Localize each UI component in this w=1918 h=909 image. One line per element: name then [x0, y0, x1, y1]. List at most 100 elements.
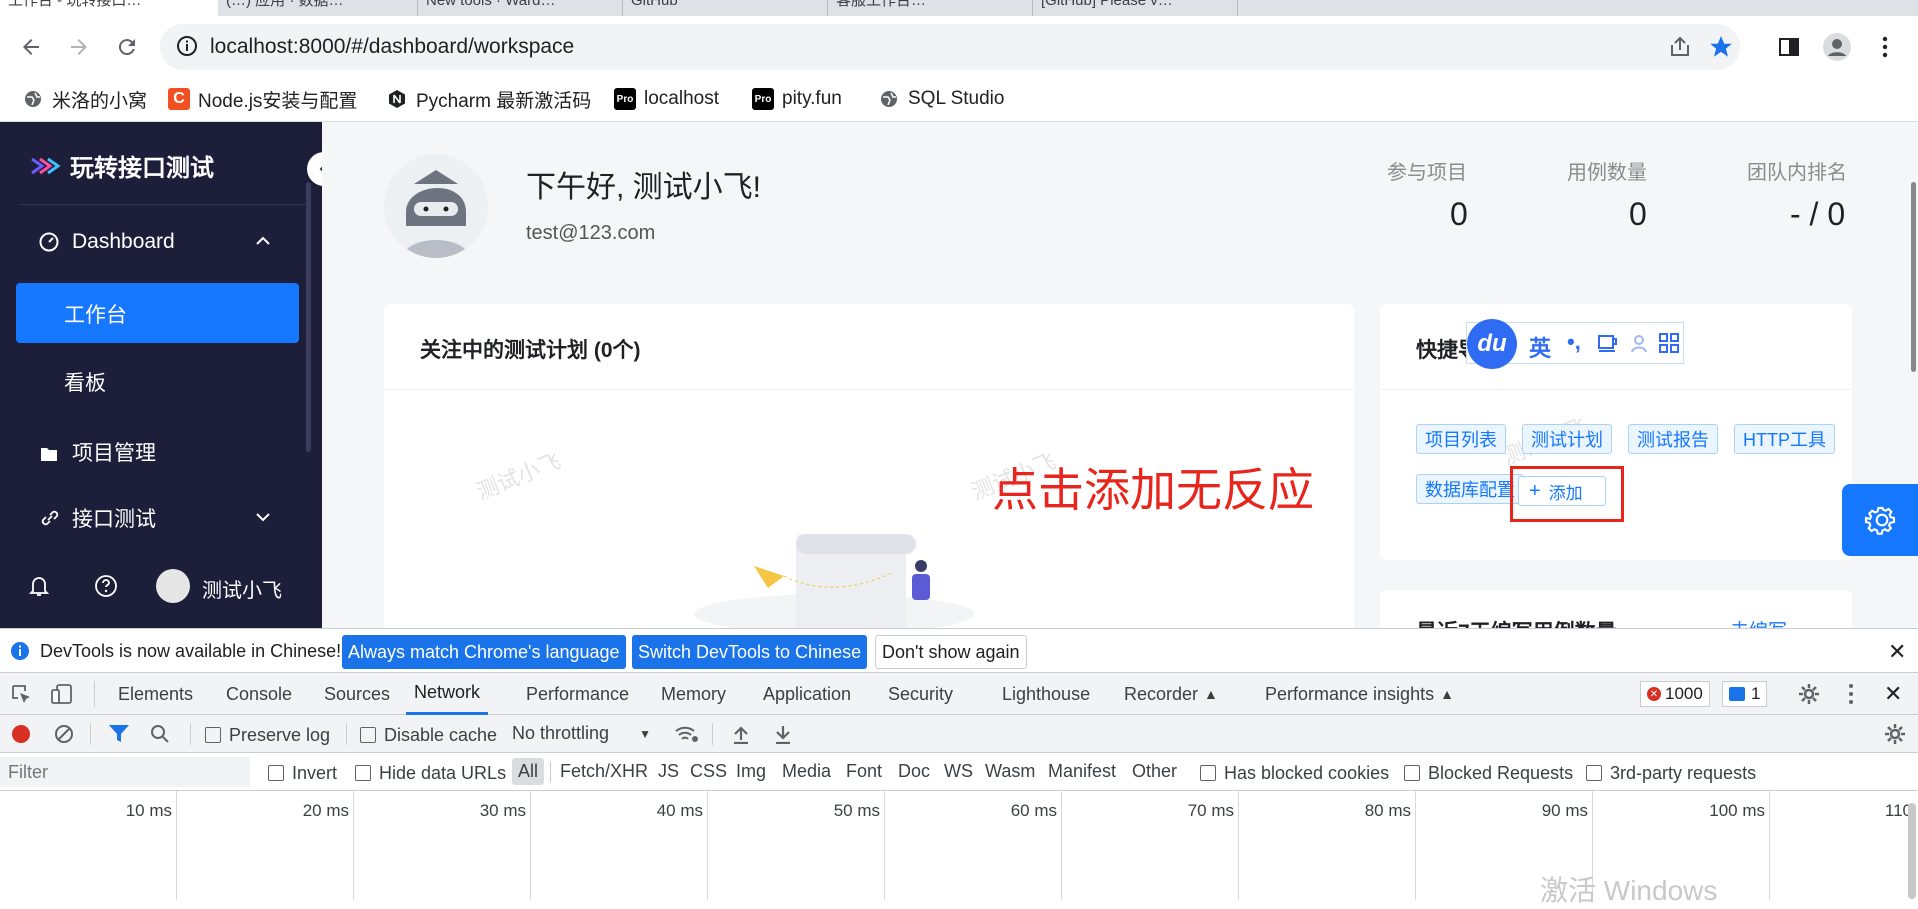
filter-type-doc[interactable]: Doc [898, 761, 930, 782]
filter-type-all[interactable]: All [512, 758, 545, 785]
settings-button[interactable] [1842, 484, 1918, 556]
filter-type-ws[interactable]: WS [944, 761, 973, 782]
preserve-log-checkbox[interactable]: Preserve log [205, 724, 330, 746]
quick-link-project-list[interactable]: 项目列表 [1416, 424, 1506, 454]
network-conditions-icon[interactable] [674, 723, 700, 750]
bookmark-item[interactable]: Pycharm 最新激活码 [386, 84, 591, 114]
bookmark-item[interactable]: 米洛的小窝 [22, 84, 147, 114]
bookmark-item[interactable]: SQL Studio [878, 84, 1004, 114]
quick-link-db-config[interactable]: 数据库配置 [1416, 474, 1524, 504]
browser-tab[interactable]: New tools · Ward… [418, 0, 623, 16]
tab-performance[interactable]: Performance [526, 673, 629, 715]
browser-tab[interactable]: 工作台 - 玩转接口… [0, 0, 218, 16]
filter-type-media[interactable]: Media [782, 761, 831, 782]
tab-application[interactable]: Application [763, 673, 851, 715]
dont-show-again-button[interactable]: Don't show again [875, 635, 1027, 669]
tab-recorder[interactable]: Recorder ▲ [1124, 673, 1218, 715]
always-match-language-button[interactable]: Always match Chrome's language [342, 635, 626, 669]
filter-icon[interactable] [108, 724, 130, 749]
tab-sources[interactable]: Sources [324, 673, 390, 715]
export-har-icon[interactable] [774, 724, 792, 749]
sidebar-item-dashboard[interactable]: Dashboard [0, 212, 310, 272]
filter-type-font[interactable]: Font [846, 761, 882, 782]
bookmark-item[interactable]: Pro pity.fun [752, 84, 842, 114]
filter-type-other[interactable]: Other [1132, 761, 1177, 782]
page-scrollbar[interactable] [1911, 182, 1916, 372]
tab-console[interactable]: Console [226, 673, 292, 715]
browser-tab[interactable]: GitHub [623, 0, 828, 16]
more-options-icon[interactable] [1848, 683, 1854, 710]
filter-type-css[interactable]: CSS [690, 761, 727, 782]
ime-punctuation-toggle[interactable]: •, [1567, 329, 1581, 355]
browser-tab[interactable]: [GitHub] Please v… [1033, 0, 1238, 16]
help-icon[interactable] [94, 574, 118, 603]
tab-performance-insights[interactable]: Performance insights ▲ [1265, 673, 1454, 715]
bookmark-star-icon[interactable] [1708, 34, 1734, 65]
address-bar[interactable]: localhost:8000/#/dashboard/workspace [160, 24, 1740, 70]
browser-tab[interactable]: (…) 应用 · 数据… [218, 0, 418, 16]
sidebar-item-workspace[interactable]: 工作台 [16, 283, 299, 343]
tab-lighthouse[interactable]: Lighthouse [1002, 673, 1090, 715]
sidebar-scrollbar[interactable] [306, 182, 311, 452]
clear-icon[interactable] [54, 724, 74, 749]
filter-type-wasm[interactable]: Wasm [985, 761, 1035, 782]
filter-type-manifest[interactable]: Manifest [1048, 761, 1116, 782]
sidebar-username[interactable]: 测试小飞 [202, 574, 282, 603]
quick-link-http-tool[interactable]: HTTP工具 [1734, 424, 1835, 454]
network-settings-gear-icon[interactable] [1884, 723, 1906, 750]
url-text[interactable]: localhost:8000/#/dashboard/workspace [210, 35, 574, 59]
tab-network[interactable]: Network [406, 673, 489, 715]
forward-icon[interactable] [62, 30, 96, 64]
ime-skin-icon[interactable] [1597, 333, 1619, 358]
profile-avatar-icon[interactable] [1820, 30, 1854, 64]
quick-link-test-report[interactable]: 测试报告 [1628, 424, 1718, 454]
sidebar-item-api-test[interactable]: 接口测试 [0, 488, 310, 548]
message-count-badge[interactable]: 1 [1722, 681, 1768, 707]
share-icon[interactable] [1668, 35, 1692, 64]
back-icon[interactable] [14, 30, 48, 64]
ime-toolbar[interactable]: du 英 •, [1466, 319, 1684, 369]
disable-cache-checkbox[interactable]: Disable cache [360, 724, 497, 746]
filter-type-img[interactable]: Img [736, 761, 766, 782]
avatar[interactable] [156, 569, 190, 603]
search-icon[interactable] [150, 724, 170, 749]
app-logo[interactable]: 玩转接口测试 [28, 148, 214, 183]
import-har-icon[interactable] [732, 724, 750, 749]
blocked-requests-checkbox[interactable]: Blocked Requests [1404, 762, 1573, 784]
switch-to-chinese-button[interactable]: Switch DevTools to Chinese [632, 635, 868, 669]
filter-type-js[interactable]: JS [658, 761, 679, 782]
error-count-badge[interactable]: ✕ 1000 [1640, 681, 1710, 707]
tab-elements[interactable]: Elements [118, 673, 193, 715]
timeline-scrollbar[interactable] [1908, 803, 1916, 899]
info-icon[interactable] [176, 35, 198, 62]
close-devtools-icon[interactable]: ✕ [1884, 681, 1902, 707]
ime-language-toggle[interactable]: 英 [1529, 331, 1551, 363]
settings-gear-icon[interactable] [1798, 683, 1820, 710]
bookmark-item[interactable]: C Node.js安装与配置 [168, 84, 357, 114]
reload-icon[interactable] [110, 30, 144, 64]
baidu-ime-logo-icon[interactable]: du [1467, 319, 1517, 369]
quick-link-test-plan[interactable]: 测试计划 [1522, 424, 1612, 454]
close-icon[interactable]: ✕ [1888, 639, 1906, 665]
inspect-element-icon[interactable] [10, 683, 32, 710]
chrome-menu-icon[interactable] [1868, 30, 1902, 64]
bell-icon[interactable] [28, 574, 50, 603]
third-party-requests-checkbox[interactable]: 3rd-party requests [1586, 762, 1756, 784]
side-panel-icon[interactable] [1772, 30, 1806, 64]
ime-grid-icon[interactable] [1659, 333, 1679, 358]
filter-input[interactable] [0, 757, 250, 787]
has-blocked-cookies-checkbox[interactable]: Has blocked cookies [1200, 762, 1389, 784]
bookmark-item[interactable]: Pro localhost [614, 84, 719, 114]
ime-user-icon[interactable] [1629, 333, 1649, 358]
tab-memory[interactable]: Memory [661, 673, 726, 715]
device-toolbar-icon[interactable] [50, 683, 74, 710]
record-icon[interactable] [12, 725, 30, 743]
write-case-link[interactable]: 去编写 [1730, 616, 1787, 628]
tab-security[interactable]: Security [888, 673, 953, 715]
filter-type-fetch-xhr[interactable]: Fetch/XHR [560, 761, 648, 782]
browser-tab[interactable]: 客服工作台… [828, 0, 1033, 16]
sidebar-item-project-management[interactable]: 项目管理 [0, 422, 310, 482]
invert-checkbox[interactable]: Invert [268, 762, 337, 784]
throttling-select[interactable]: No throttling ▼ [512, 723, 651, 744]
sidebar-item-board[interactable]: 看板 [0, 352, 310, 412]
